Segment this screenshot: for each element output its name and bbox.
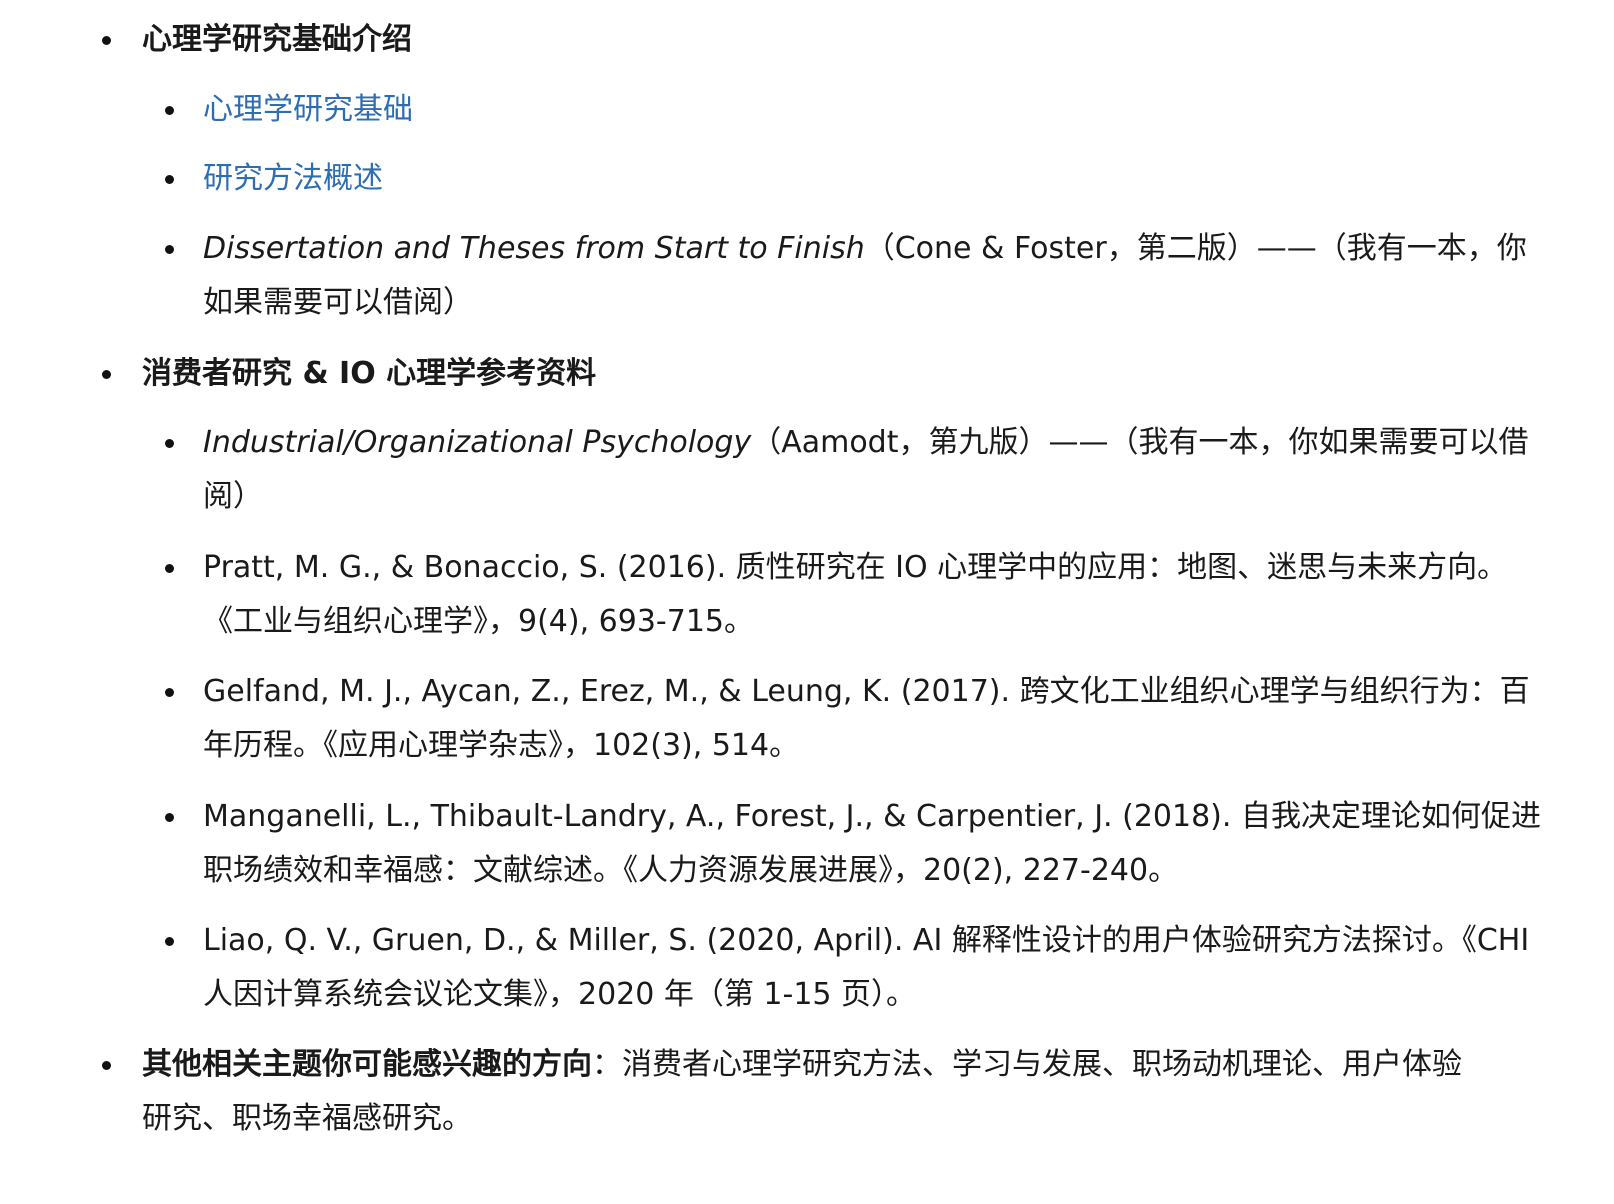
link-methods-overview[interactable]: 研究方法概述 (203, 159, 383, 199)
section-text: ：消费者心理学研究方法、学习与发展、职场动机理论、用户体验 (592, 1047, 1462, 1082)
reference-item-continuation: 年历程。《应用心理学杂志》，102(3), 514。 (203, 728, 800, 763)
bullet (165, 937, 174, 946)
list-item-continuation: 如果需要可以借阅） (203, 285, 473, 320)
list-item: Industrial/Organizational Psychology（Aam… (203, 423, 1529, 463)
section-item: 其他相关主题你可能感兴趣的方向：消费者心理学研究方法、学习与发展、职场动机理论、… (142, 1045, 1462, 1085)
book-details: （Cone & Foster，第二版）——（我有一本，你 (864, 231, 1527, 266)
reference-item-continuation: 《工业与组织心理学》，9(4), 693-715。 (203, 604, 755, 639)
section-item-continuation: 研究、职场幸福感研究。 (142, 1101, 472, 1136)
bullet (165, 439, 174, 448)
bullet (165, 813, 174, 822)
reference-item: Pratt, M. G., & Bonaccio, S. (2016). 质性研… (203, 550, 1508, 585)
reference-item-continuation: 人因计算系统会议论文集》，2020 年（第 1-15 页）。 (203, 977, 917, 1012)
reference-item: Liao, Q. V., Gruen, D., & Miller, S. (20… (203, 923, 1530, 958)
reference-item: Manganelli, L., Thibault-Landry, A., For… (203, 799, 1541, 834)
bullet (102, 1061, 111, 1070)
section-heading: 消费者研究 & IO 心理学参考资料 (142, 356, 597, 391)
book-title: Dissertation and Theses from Start to Fi… (203, 231, 865, 266)
list-item: Dissertation and Theses from Start to Fi… (203, 229, 1527, 269)
bullet (165, 106, 174, 115)
reference-item: Gelfand, M. J., Aycan, Z., Erez, M., & L… (203, 674, 1530, 709)
bullet (165, 688, 174, 697)
document-body: 心理学研究基础介绍 心理学研究基础 研究方法概述 Dissertation an… (0, 0, 1614, 1204)
bullet (165, 245, 174, 254)
bullet (102, 36, 111, 45)
bullet (165, 564, 174, 573)
book-title: Industrial/Organizational Psychology (203, 425, 752, 460)
book-details: （Aamodt，第九版）——（我有一本，你如果需要可以借 (751, 425, 1529, 460)
bullet (102, 370, 111, 379)
section-heading: 心理学研究基础介绍 (142, 22, 412, 57)
bullet (165, 175, 174, 184)
reference-item-continuation: 职场绩效和幸福感：文献综述。《人力资源发展进展》，20(2), 227-240。 (203, 853, 1179, 888)
link-research-basics[interactable]: 心理学研究基础 (203, 90, 413, 130)
section-heading: 其他相关主题你可能感兴趣的方向 (142, 1047, 592, 1082)
list-item-continuation: 阅） (203, 479, 263, 514)
